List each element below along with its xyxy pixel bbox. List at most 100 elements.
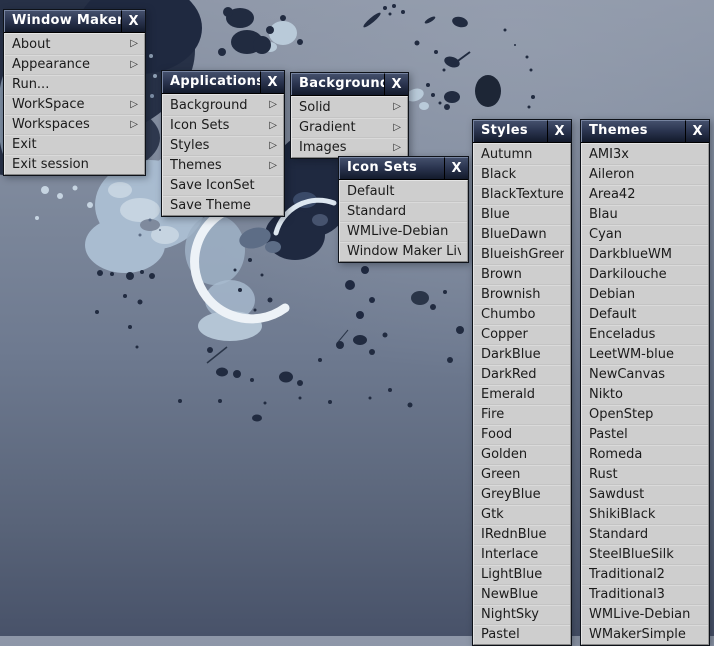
menu-item-default[interactable]: Default	[582, 304, 708, 324]
close-button[interactable]: X	[384, 73, 408, 95]
menu-item-romeda[interactable]: Romeda	[582, 444, 708, 464]
menu-item-themes[interactable]: Themes▷	[163, 155, 283, 175]
menu-item-emerald[interactable]: Emerald	[474, 384, 570, 404]
menu-item-aileron[interactable]: Aileron	[582, 164, 708, 184]
menu-item-default[interactable]: Default	[340, 181, 467, 201]
menu-item-interlace[interactable]: Interlace	[474, 544, 570, 564]
menu-item-label: Exit	[12, 137, 138, 152]
menu-item-standard[interactable]: Standard	[340, 201, 467, 221]
close-button[interactable]: X	[547, 120, 571, 142]
menu-item-bluedawn[interactable]: BlueDawn	[474, 224, 570, 244]
menu-item-about[interactable]: About▷	[5, 34, 144, 54]
menu-item-green[interactable]: Green	[474, 464, 570, 484]
titlebar[interactable]: Themes X	[581, 120, 709, 143]
menu-item-blue[interactable]: Blue	[474, 204, 570, 224]
menu-item-label: WorkSpace	[12, 97, 124, 112]
menu-item-autumn[interactable]: Autumn	[474, 144, 570, 164]
titlebar[interactable]: Background X	[291, 73, 408, 96]
menu-item-golden[interactable]: Golden	[474, 444, 570, 464]
menu-item-exit[interactable]: Exit	[5, 134, 144, 154]
menu-item-nikto[interactable]: Nikto	[582, 384, 708, 404]
menu-item-exit-session[interactable]: Exit session	[5, 154, 144, 174]
menu-item-workspace[interactable]: WorkSpace▷	[5, 94, 144, 114]
submenu-arrow-icon: ▷	[130, 120, 138, 130]
menu-item-fire[interactable]: Fire	[474, 404, 570, 424]
menu-item-irednblue[interactable]: IRednBlue	[474, 524, 570, 544]
menu-item-save-iconset[interactable]: Save IconSet	[163, 175, 283, 195]
menu-item-gtk[interactable]: Gtk	[474, 504, 570, 524]
menu-item-wmlive-debian[interactable]: WMLive-Debian	[340, 221, 467, 241]
menu-item-openstep[interactable]: OpenStep	[582, 404, 708, 424]
menu-item-leetwm-blue[interactable]: LeetWM-blue	[582, 344, 708, 364]
menu-item-black[interactable]: Black	[474, 164, 570, 184]
menu-item-debian[interactable]: Debian	[582, 284, 708, 304]
menu-item-workspaces[interactable]: Workspaces▷	[5, 114, 144, 134]
menu-item-solid[interactable]: Solid▷	[292, 97, 407, 117]
menu-item-icon-sets[interactable]: Icon Sets ▷	[163, 115, 283, 135]
close-button[interactable]: X	[444, 157, 468, 179]
menu-item-label: Brownish	[481, 287, 564, 302]
menu-item-newblue[interactable]: NewBlue	[474, 584, 570, 604]
titlebar[interactable]: Styles X	[473, 120, 571, 143]
menu-item-greyblue[interactable]: GreyBlue	[474, 484, 570, 504]
menu-item-pastel[interactable]: Pastel	[474, 624, 570, 644]
menu-item-enceladus[interactable]: Enceladus	[582, 324, 708, 344]
menu-item-chumbo[interactable]: Chumbo	[474, 304, 570, 324]
menu-item-darkred[interactable]: DarkRed	[474, 364, 570, 384]
menu-item-wmlive-debian[interactable]: WMLive-Debian	[582, 604, 708, 624]
menu-body: Background▷Icon Sets▷Styles▷Themes▷Save …	[162, 94, 284, 216]
close-icon: X	[128, 15, 138, 28]
menu-item-ami3x[interactable]: AMI3x	[582, 144, 708, 164]
submenu-arrow-icon: ▷	[130, 60, 138, 70]
menu-item-label: Gradient	[299, 120, 387, 135]
menu-item-brown[interactable]: Brown	[474, 264, 570, 284]
submenu-arrow-icon: ▷	[269, 121, 277, 131]
menu-item-rust[interactable]: Rust	[582, 464, 708, 484]
menu-item-label: WMLive-Debian	[589, 607, 702, 622]
menu-item-gradient[interactable]: Gradient ▷	[292, 117, 407, 137]
menu-item-shikiblack[interactable]: ShikiBlack	[582, 504, 708, 524]
menu-item-label: Solid	[299, 100, 387, 115]
menu-item-label: Food	[481, 427, 564, 442]
menu-item-nightsky[interactable]: NightSky	[474, 604, 570, 624]
menu-item-darkilouche[interactable]: Darkilouche	[582, 264, 708, 284]
menu-item-styles[interactable]: Styles▷	[163, 135, 283, 155]
menu-item-sawdust[interactable]: Sawdust	[582, 484, 708, 504]
menu-item-label: Blau	[589, 207, 702, 222]
menu-item-blueishgreen[interactable]: BlueishGreen	[474, 244, 570, 264]
menu-item-blacktexture[interactable]: BlackTexture	[474, 184, 570, 204]
menu-item-label: Black	[481, 167, 564, 182]
menu-item-appearance[interactable]: Appearance ▷	[5, 54, 144, 74]
titlebar[interactable]: Applications X	[162, 71, 284, 94]
menu-item-blau[interactable]: Blau	[582, 204, 708, 224]
close-button[interactable]: X	[260, 71, 284, 93]
menu-item-brownish[interactable]: Brownish	[474, 284, 570, 304]
menu-item-images[interactable]: Images▷	[292, 137, 407, 157]
menu-item-copper[interactable]: Copper	[474, 324, 570, 344]
menu-item-label: IRednBlue	[481, 527, 564, 542]
menu-item-standard[interactable]: Standard	[582, 524, 708, 544]
menu-item-wmakersimple[interactable]: WMakerSimple	[582, 624, 708, 644]
menu-item-label: Appearance	[12, 57, 124, 72]
menu-item-cyan[interactable]: Cyan	[582, 224, 708, 244]
menu-item-area42[interactable]: Area42	[582, 184, 708, 204]
menu-item-lightblue[interactable]: LightBlue	[474, 564, 570, 584]
close-button[interactable]: X	[685, 120, 709, 142]
menu-item-food[interactable]: Food	[474, 424, 570, 444]
menu-item-darkblue[interactable]: DarkBlue	[474, 344, 570, 364]
menu-item-label: Icon Sets	[170, 118, 263, 133]
menu-item-darkbluewm[interactable]: DarkblueWM	[582, 244, 708, 264]
submenu-arrow-icon: ▷	[393, 123, 401, 133]
titlebar[interactable]: Window Maker X	[4, 10, 145, 33]
menu-item-pastel[interactable]: Pastel	[582, 424, 708, 444]
menu-item-steelbluesilk[interactable]: SteelBlueSilk	[582, 544, 708, 564]
close-button[interactable]: X	[121, 10, 145, 32]
menu-item-window-maker-live[interactable]: Window Maker Live	[340, 241, 467, 261]
menu-item-traditional2[interactable]: Traditional2	[582, 564, 708, 584]
menu-item-background[interactable]: Background▷	[163, 95, 283, 115]
titlebar[interactable]: Icon Sets X	[339, 157, 468, 180]
menu-item-traditional3[interactable]: Traditional3	[582, 584, 708, 604]
menu-item-newcanvas[interactable]: NewCanvas	[582, 364, 708, 384]
menu-item-save-theme[interactable]: Save Theme	[163, 195, 283, 215]
menu-item-run[interactable]: Run...	[5, 74, 144, 94]
